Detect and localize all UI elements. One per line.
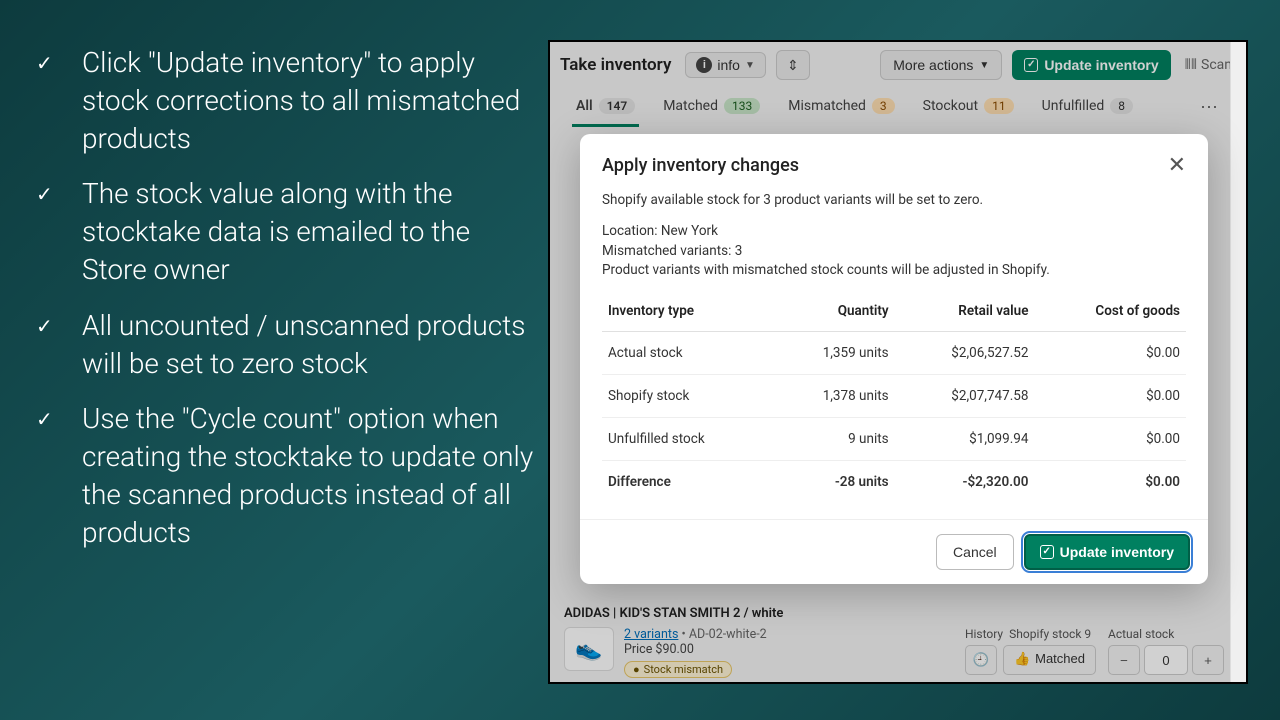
table-row: Shopify stock 1,378 units $2,07,747.58 $…	[602, 374, 1186, 417]
cancel-button[interactable]: Cancel	[936, 534, 1014, 570]
inventory-summary-table: Inventory type Quantity Retail value Cos…	[602, 291, 1186, 503]
col-qty: Quantity	[772, 291, 894, 332]
bullet-item: Use the "Cycle count" option when creati…	[36, 400, 536, 551]
col-cog: Cost of goods	[1034, 291, 1186, 332]
bullet-item: The stock value along with the stocktake…	[36, 175, 536, 288]
apply-changes-modal: Apply inventory changes ✕ Shopify availa…	[580, 134, 1208, 584]
close-button[interactable]: ✕	[1168, 152, 1186, 178]
app-window: Take inventory i info ▼ ⇕ More actions ▼…	[548, 40, 1248, 684]
modal-intro-text: Shopify available stock for 3 product va…	[602, 192, 1186, 208]
modal-details: Location: New York Mismatched variants: …	[602, 222, 1186, 281]
table-row-difference: Difference -28 units -$2,320.00 $0.00	[602, 460, 1186, 503]
mismatched-line: Mismatched variants: 3	[602, 242, 1186, 262]
col-type: Inventory type	[602, 291, 772, 332]
modal-title: Apply inventory changes	[602, 155, 799, 176]
bullet-item: Click "Update inventory" to apply stock …	[36, 44, 536, 157]
bullet-item: All uncounted / unscanned products will …	[36, 307, 536, 383]
slide-bullet-list: Click "Update inventory" to apply stock …	[36, 44, 536, 570]
table-row: Unfulfilled stock 9 units $1,099.94 $0.0…	[602, 417, 1186, 460]
adjust-line: Product variants with mismatched stock c…	[602, 261, 1186, 281]
confirm-update-button[interactable]: Update inventory	[1024, 534, 1190, 570]
location-line: Location: New York	[602, 222, 1186, 242]
confirm-label: Update inventory	[1060, 544, 1174, 560]
close-icon: ✕	[1168, 152, 1186, 177]
table-row: Actual stock 1,359 units $2,06,527.52 $0…	[602, 331, 1186, 374]
col-retail: Retail value	[895, 291, 1035, 332]
shield-check-icon	[1040, 545, 1054, 559]
